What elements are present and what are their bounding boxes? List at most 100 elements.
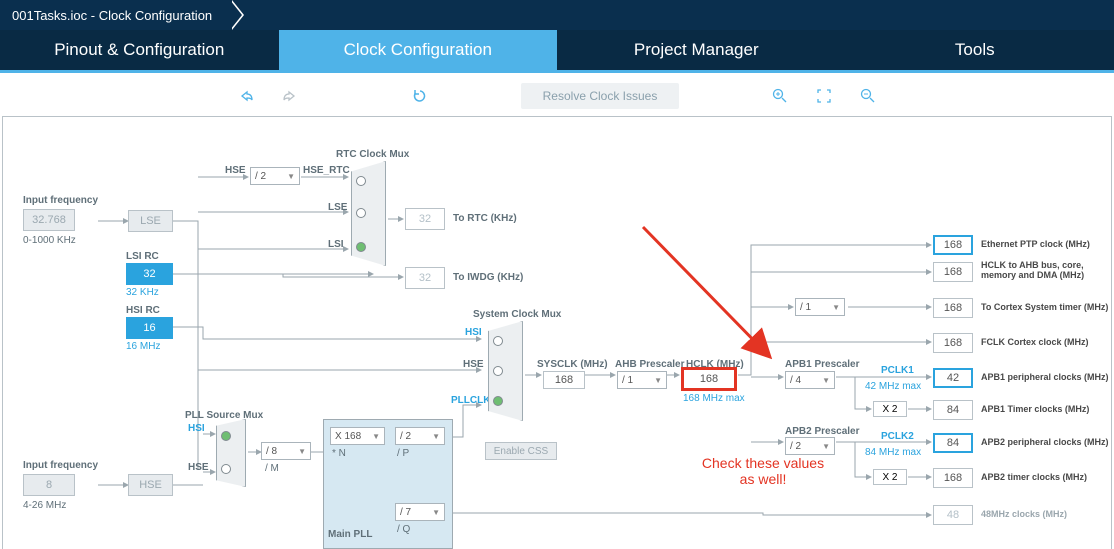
hse-div-select[interactable]: / 2▼ [250,167,300,185]
hsi-rc-label: HSI RC [126,305,160,316]
sysclk-label: SYSCLK (MHz) [537,359,608,370]
pclk2-tag: PCLK2 [881,431,914,442]
out-apb2t-label: APB2 timer clocks (MHz) [981,472,1087,482]
tab-tools[interactable]: Tools [836,30,1114,70]
systimer-pre-select[interactable]: / 1▼ [795,298,845,316]
undo-icon[interactable] [237,87,255,105]
pll-q-select[interactable]: / 7▼ [395,503,445,521]
apb2-pre-select[interactable]: / 2▼ [785,437,835,455]
rtc-out-label: To RTC (KHz) [453,213,517,224]
sysclk-hsi-radio[interactable] [493,336,503,346]
pll-n-select[interactable]: X 168▼ [330,427,385,445]
rtc-mux[interactable] [351,161,386,266]
hsi-rc-value: 16 [126,317,173,339]
out-apb1p-label: APB1 peripheral clocks (MHz) [981,372,1109,382]
apb2-pre-label: APB2 Prescaler [785,426,860,437]
fit-icon[interactable] [815,87,833,105]
pll-m-label: / M [265,463,279,474]
sysclk-pll-radio[interactable] [493,396,503,406]
hclk-note: 168 MHz max [683,393,745,404]
out-apb1p-value[interactable]: 42 [933,368,973,388]
lse-tag: LSE [328,202,347,213]
hse-tag-1: HSE [225,165,246,176]
pclk2-note: 84 MHz max [865,447,921,458]
tab-pinout[interactable]: Pinout & Configuration [0,30,279,70]
rtc-mux-title: RTC Clock Mux [336,149,409,160]
sysclk-mux[interactable] [488,321,523,421]
rtc-mux-hse[interactable] [356,176,366,186]
out-fclk-value: 168 [933,333,973,353]
lsi-rc-unit: 32 KHz [126,287,159,298]
out-apb1t-label: APB1 Timer clocks (MHz) [981,404,1089,414]
iwdg-out-value: 32 [405,267,445,289]
pll-src-title: PLL Source Mux [185,410,263,421]
input-freq-top-value[interactable]: 32.768 [23,209,75,231]
out-hclk-value: 168 [933,262,973,282]
out-apb2p-value[interactable]: 84 [933,433,973,453]
apb1-pre-select[interactable]: / 4▼ [785,371,835,389]
rtc-mux-lse[interactable] [356,208,366,218]
hclk-value[interactable]: 168 [681,367,737,391]
hse-rtc-tag: HSE_RTC [303,165,350,176]
redo-icon[interactable] [281,87,299,105]
zoom-in-icon[interactable] [771,87,789,105]
sysclk-pllclk-tag: PLLCLK [451,395,490,406]
ahb-pre-select[interactable]: / 1▼ [617,371,667,389]
lse-box[interactable]: LSE [128,210,173,232]
out-apb2p-label: APB2 peripheral clocks (MHz) [981,437,1109,447]
tab-project[interactable]: Project Manager [557,30,836,70]
sysclk-hsi-tag: HSI [465,327,482,338]
breadcrumb-title: 001Tasks.ioc - Clock Configuration [0,0,230,30]
resolve-clock-button[interactable]: Resolve Clock Issues [521,83,680,109]
pll-src-hse[interactable] [221,464,231,474]
sysclk-value[interactable]: 168 [543,371,585,389]
pll-m-select[interactable]: / 8▼ [261,442,311,460]
clock-diagram-canvas[interactable]: Input frequency 32.768 0-1000 KHz LSE LS… [2,116,1112,549]
pll-p-label: / P [397,448,409,459]
out-eth-value[interactable]: 168 [933,235,973,255]
out-apb2t-value: 168 [933,468,973,488]
input-freq-top-label: Input frequency [23,195,98,206]
sysclk-hse-tag: HSE [463,359,484,370]
annotation-text: Check these values as well! [683,455,843,487]
input-freq-top-range: 0-1000 KHz [23,235,76,246]
hsi-rc-unit: 16 MHz [126,341,160,352]
lsi-rc-label: LSI RC [126,251,159,262]
pll-p-select[interactable]: / 2▼ [395,427,445,445]
apb1-pre-label: APB1 Prescaler [785,359,860,370]
rtc-mux-lsi[interactable] [356,242,366,252]
ahb-pre-label: AHB Prescaler [615,359,684,370]
hse-box[interactable]: HSE [128,474,173,496]
pclk1-note: 42 MHz max [865,381,921,392]
toolbar: Resolve Clock Issues [0,73,1114,119]
pll-n-label: * N [332,448,346,459]
pll-hse-tag: HSE [188,462,209,473]
sysclk-hse-radio[interactable] [493,366,503,376]
input-freq-bot-range: 4-26 MHz [23,500,66,511]
tab-clock[interactable]: Clock Configuration [279,30,558,70]
pll-src-mux[interactable] [216,419,246,487]
zoom-out-icon[interactable] [859,87,877,105]
reset-icon[interactable] [411,87,429,105]
out-fclk-label: FCLK Cortex clock (MHz) [981,337,1089,347]
out-apb1t-value: 84 [933,400,973,420]
main-tabs: Pinout & Configuration Clock Configurati… [0,30,1114,73]
breadcrumb: 001Tasks.ioc - Clock Configuration [0,0,1114,30]
apb1-x2: X 2 [873,401,907,417]
iwdg-out-label: To IWDG (KHz) [453,272,523,283]
out-hclk-label: HCLK to AHB bus, core, memory and DMA (M… [981,260,1111,280]
out-48m-label: 48MHz clocks (MHz) [981,509,1067,519]
input-freq-bot-value[interactable]: 8 [23,474,75,496]
main-pll-label: Main PLL [328,529,372,540]
pclk1-tag: PCLK1 [881,365,914,376]
out-48m-value: 48 [933,505,973,525]
enable-css-button[interactable]: Enable CSS [485,442,557,460]
input-freq-bot-label: Input frequency [23,460,98,471]
apb2-x2: X 2 [873,469,907,485]
out-eth-label: Ethernet PTP clock (MHz) [981,239,1090,249]
pll-src-hsi[interactable] [221,431,231,441]
pll-q-label: / Q [397,524,410,535]
lsi-tag: LSI [328,239,344,250]
out-systick-label: To Cortex System timer (MHz) [981,302,1108,312]
lsi-rc-value: 32 [126,263,173,285]
